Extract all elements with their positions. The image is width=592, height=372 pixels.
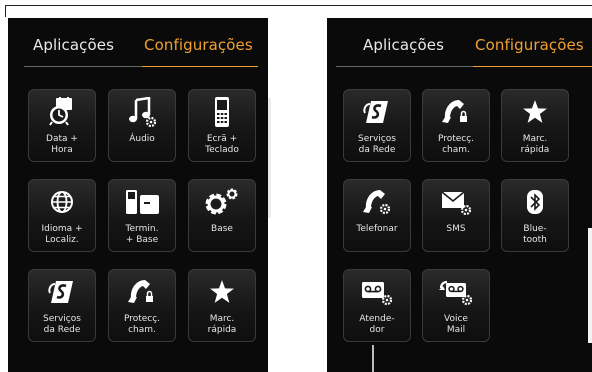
globe-icon bbox=[29, 185, 95, 219]
frame-line bbox=[5, 5, 592, 6]
envelope-gear-icon bbox=[423, 185, 489, 219]
phone-keypad-icon bbox=[189, 95, 255, 129]
phone-lock-icon bbox=[109, 275, 175, 309]
network-services-icon bbox=[29, 275, 95, 309]
tile-label: Atende- dor bbox=[359, 314, 395, 335]
tile-label: Ecrã + Teclado bbox=[205, 134, 239, 155]
tab-bar: Aplicações Configurações bbox=[327, 18, 592, 68]
tile-network-services[interactable]: Serviços da Rede bbox=[343, 89, 411, 162]
tile-label: Idioma + Localiz. bbox=[41, 224, 83, 245]
tile-call-protection[interactable]: Protecç. cham. bbox=[422, 89, 490, 162]
tile-label: Telefonar bbox=[356, 224, 398, 234]
gears-icon bbox=[189, 185, 255, 219]
settings-screen-right: Aplicações Configurações Serviços da Red… bbox=[327, 18, 592, 372]
active-tab-indicator bbox=[142, 66, 258, 67]
frame-line-corner bbox=[5, 5, 6, 17]
tile-call-protection[interactable]: Protecç. cham. bbox=[108, 269, 176, 342]
settings-screen-left: Aplicações Configurações Data + Hora Áud… bbox=[8, 18, 268, 372]
tile-label: Protecç. cham. bbox=[123, 314, 161, 335]
scrollbar[interactable] bbox=[372, 345, 374, 372]
star-icon bbox=[502, 95, 568, 129]
tab-settings[interactable]: Configurações bbox=[144, 36, 253, 54]
tile-speed-dial[interactable]: Marc. rápida bbox=[188, 269, 256, 342]
answering-machine-gear-icon bbox=[344, 275, 410, 309]
tile-label: Base bbox=[211, 224, 233, 234]
tile-handset-base[interactable]: Termin. + Base bbox=[108, 179, 176, 252]
tile-label: Protecç. cham. bbox=[437, 134, 475, 155]
tile-label: Blue- tooth bbox=[523, 224, 547, 245]
tile-label: SMS bbox=[446, 224, 466, 234]
tile-label: Voice Mail bbox=[444, 314, 468, 335]
music-note-gear-icon bbox=[109, 95, 175, 129]
side-panel-edge bbox=[588, 228, 592, 343]
tab-settings[interactable]: Configurações bbox=[475, 36, 584, 54]
tile-label: Serviços da Rede bbox=[43, 314, 81, 335]
alarm-clock-calendar-icon bbox=[29, 95, 95, 129]
active-tab-indicator bbox=[473, 66, 592, 67]
tile-base[interactable]: Base bbox=[188, 179, 256, 252]
scrollbar[interactable] bbox=[268, 98, 271, 218]
tile-voice-mail[interactable]: Voice Mail bbox=[422, 269, 490, 342]
tile-bluetooth[interactable]: Blue- tooth bbox=[501, 179, 569, 252]
star-icon bbox=[189, 275, 255, 309]
tab-divider bbox=[336, 66, 473, 67]
tab-applications[interactable]: Aplicações bbox=[33, 36, 114, 54]
tile-label: Termin. + Base bbox=[125, 224, 159, 245]
tab-bar: Aplicações Configurações bbox=[8, 18, 268, 68]
tile-telephony[interactable]: Telefonar bbox=[343, 179, 411, 252]
phone-gear-icon bbox=[344, 185, 410, 219]
phone-lock-icon bbox=[423, 95, 489, 129]
tile-date-time[interactable]: Data + Hora bbox=[28, 89, 96, 162]
tab-divider bbox=[24, 66, 142, 67]
bluetooth-icon bbox=[502, 185, 568, 219]
tile-label: Marc. rápida bbox=[207, 314, 237, 335]
tile-label: Data + Hora bbox=[46, 134, 78, 155]
network-services-icon bbox=[344, 95, 410, 129]
tile-label: Marc. rápida bbox=[520, 134, 550, 155]
tile-speed-dial[interactable]: Marc. rápida bbox=[501, 89, 569, 162]
handset-base-icon bbox=[109, 185, 175, 219]
tile-label: Áudio bbox=[129, 134, 155, 144]
tile-answering-machine[interactable]: Atende- dor bbox=[343, 269, 411, 342]
tile-display-keypad[interactable]: Ecrã + Teclado bbox=[188, 89, 256, 162]
tile-audio[interactable]: Áudio bbox=[108, 89, 176, 162]
voicemail-gear-icon bbox=[423, 275, 489, 309]
tile-label: Serviços da Rede bbox=[358, 134, 396, 155]
tab-applications[interactable]: Aplicações bbox=[363, 36, 444, 54]
tile-language-location[interactable]: Idioma + Localiz. bbox=[28, 179, 96, 252]
tile-network-services[interactable]: Serviços da Rede bbox=[28, 269, 96, 342]
tile-sms[interactable]: SMS bbox=[422, 179, 490, 252]
